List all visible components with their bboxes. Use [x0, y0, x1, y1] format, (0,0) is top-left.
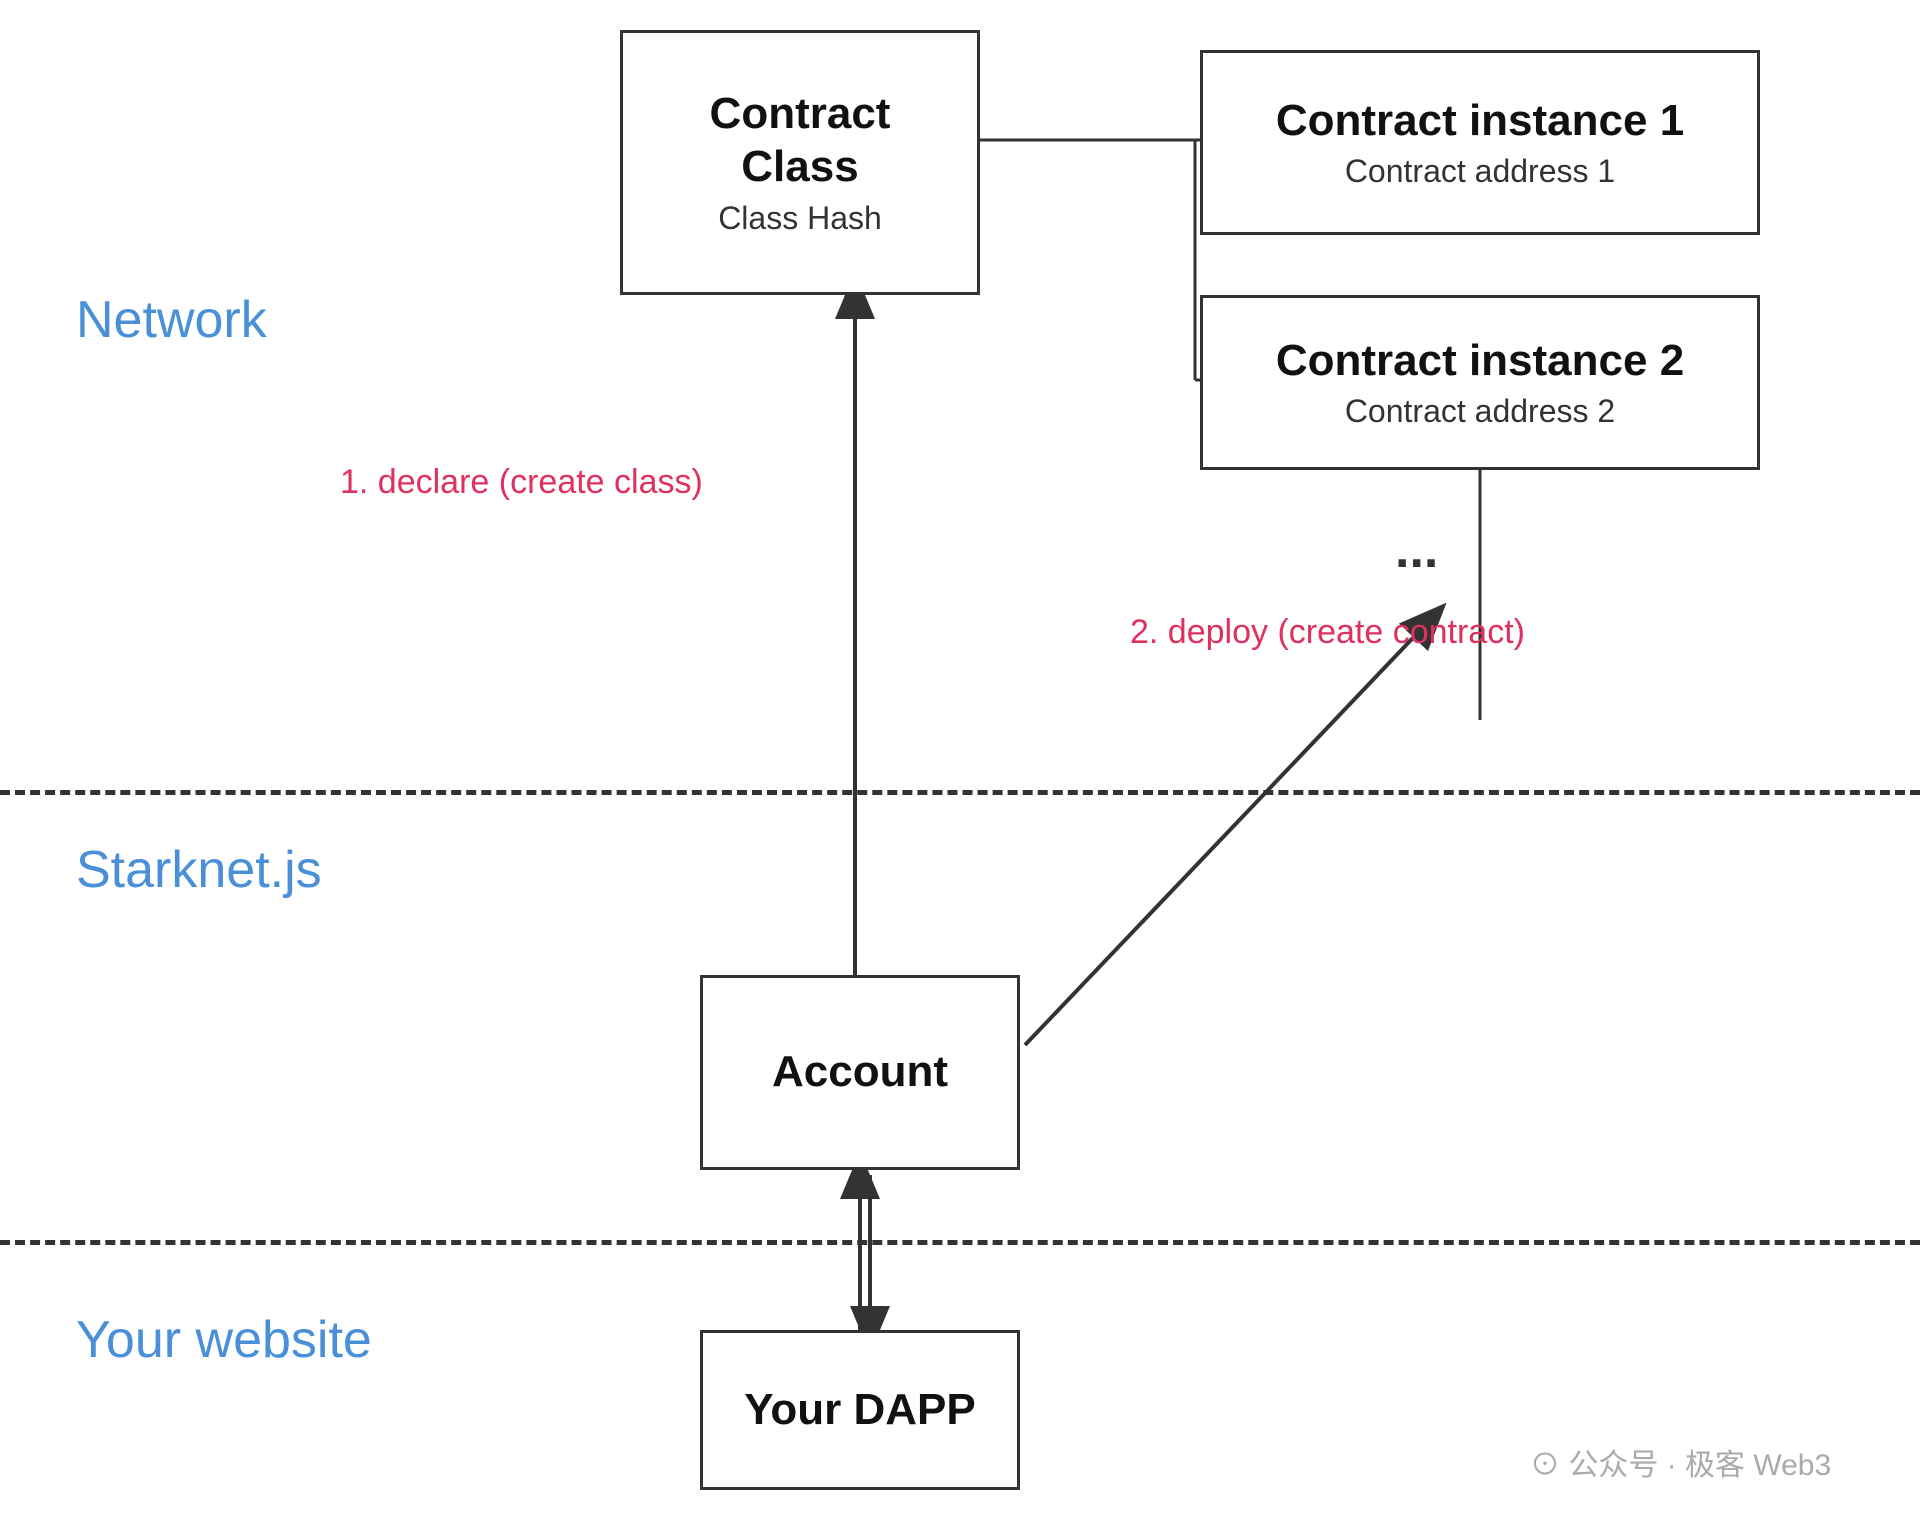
contract-instance-2-subtitle: Contract address 2	[1345, 393, 1615, 430]
divider-1	[0, 790, 1920, 795]
account-box: Account	[700, 975, 1020, 1170]
network-label: Network	[76, 290, 267, 350]
watermark: ⊙ 公众号 · 极客 Web3	[1530, 1440, 1831, 1484]
contract-instance-2-title: Contract instance 2	[1276, 335, 1684, 388]
starknetjs-label: Starknet.js	[76, 840, 322, 900]
contract-instance-1-subtitle: Contract address 1	[1345, 153, 1615, 190]
contract-instance-2-box: Contract instance 2 Contract address 2	[1200, 295, 1760, 470]
contract-class-subtitle: Class Hash	[718, 200, 882, 237]
declare-label: 1. declare (create class)	[340, 460, 703, 504]
your-dapp-box: Your DAPP	[700, 1330, 1020, 1490]
diagram-container: Network Starknet.js Your website Contrac…	[0, 0, 1920, 1515]
yourwebsite-label: Your website	[76, 1310, 372, 1370]
contract-class-box: Contract Class Class Hash	[620, 30, 980, 295]
contract-class-title: Contract Class	[710, 88, 891, 194]
contract-instance-1-title: Contract instance 1	[1276, 95, 1684, 148]
your-dapp-title: Your DAPP	[744, 1384, 975, 1437]
deploy-label: 2. deploy (create contract)	[1130, 610, 1525, 654]
dots-label: ...	[1395, 520, 1438, 580]
contract-instance-1-box: Contract instance 1 Contract address 1	[1200, 50, 1760, 235]
divider-2	[0, 1240, 1920, 1245]
account-title: Account	[772, 1046, 948, 1099]
